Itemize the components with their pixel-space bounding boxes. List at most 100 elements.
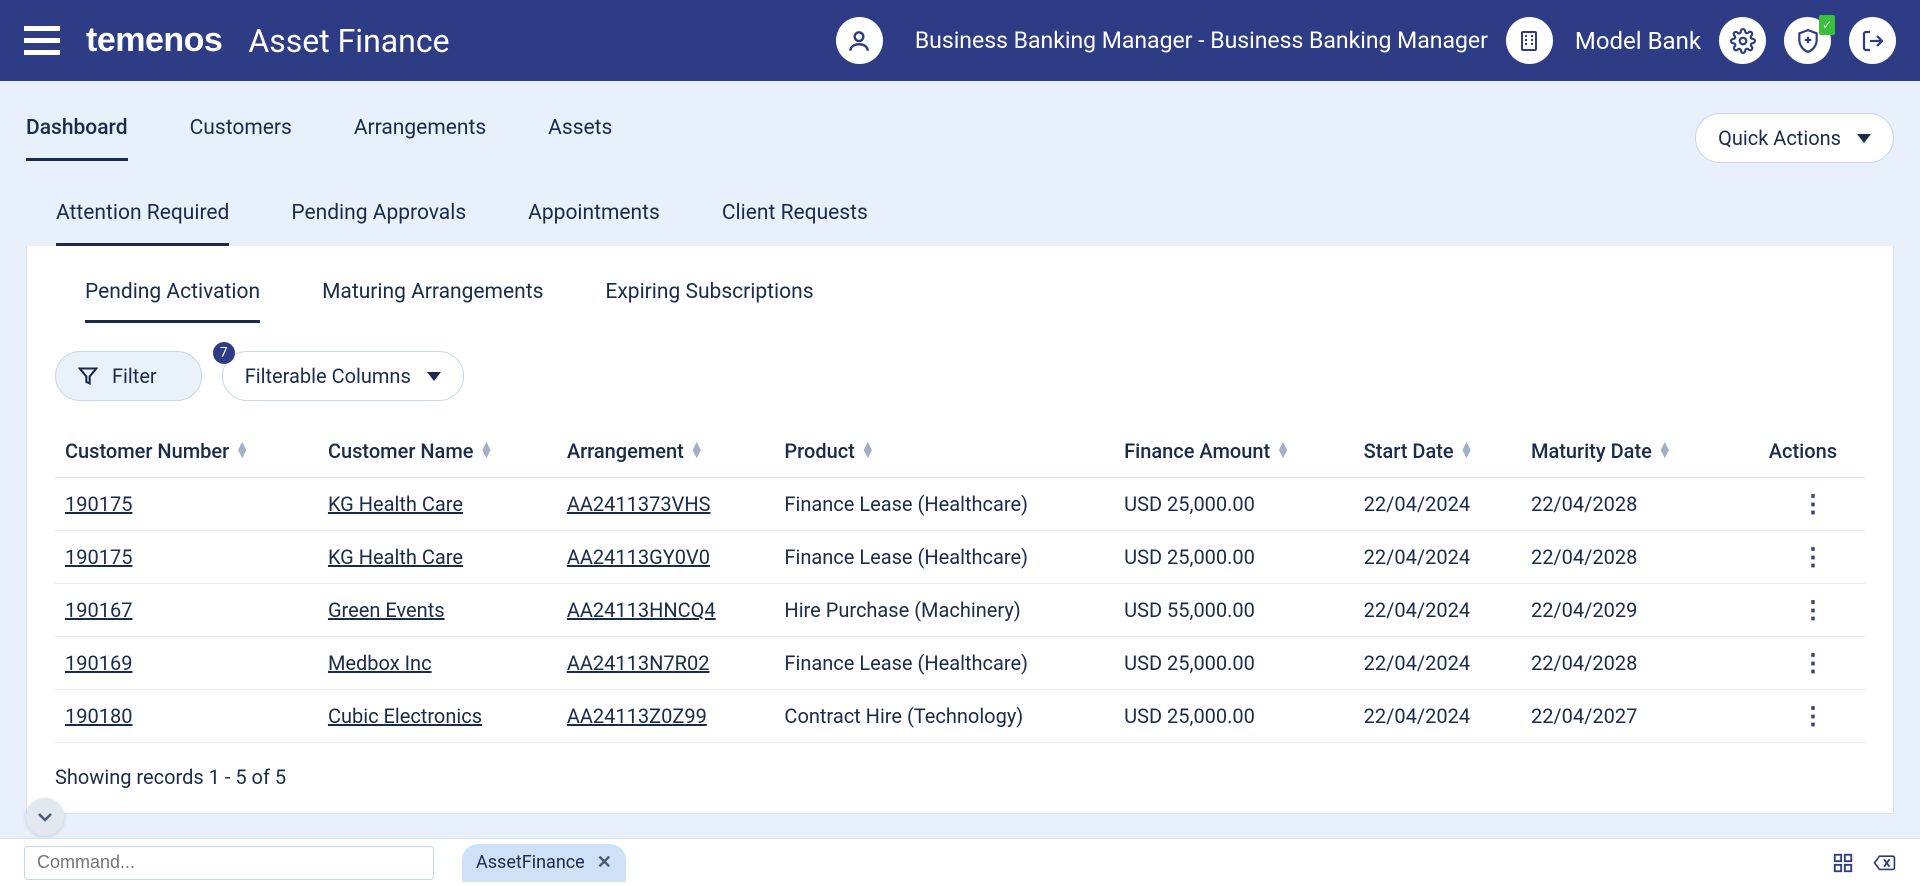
building-icon[interactable] [1506,17,1553,64]
cell-arrangement: AA24113HNCQ4 [557,584,775,637]
settings-gear-icon[interactable] [1719,17,1766,64]
column-header[interactable]: Maturity Date▲▼ [1521,425,1728,478]
chevron-down-icon [427,372,441,381]
column-header[interactable]: Customer Number▲▼ [55,425,318,478]
sort-icon[interactable]: ▲▼ [1658,442,1672,459]
cell-maturity-date: 22/04/2028 [1521,478,1728,531]
cell-arrangement: AA24113N7R02 [557,637,775,690]
table-row: 190175 KG Health Care AA2411373VHS Finance … [55,478,1865,531]
app-header: temenos Asset Finance Business Banking M… [0,0,1920,81]
hamburger-menu-icon[interactable] [24,26,60,56]
nav-tab-arrangements[interactable]: Arrangements [354,116,486,161]
footer-tab-label: AssetFinance [476,852,585,873]
filter-button[interactable]: Filter [55,351,202,401]
shield-icon[interactable] [1784,17,1831,64]
sort-icon[interactable]: ▲▼ [479,442,493,459]
sort-icon[interactable]: ▲▼ [861,442,875,459]
footer-tab-assetfinance[interactable]: AssetFinance ✕ [462,844,626,882]
cell-finance-amount: USD 25,000.00 [1114,637,1354,690]
nav-tab-dashboard[interactable]: Dashboard [26,116,128,161]
customer-number-link[interactable]: 190169 [65,651,132,675]
column-header[interactable]: Actions [1728,425,1865,478]
panel-tab-maturing-arrangements[interactable]: Maturing Arrangements [322,280,543,323]
filterable-columns-dropdown[interactable]: 7 Filterable Columns [222,351,464,401]
nav-tab-assets[interactable]: Assets [548,116,612,161]
panel-tab-pending-activation[interactable]: Pending Activation [85,280,260,323]
arrangement-link[interactable]: AA2411373VHS [567,492,711,516]
user-role-text: Business Banking Manager - Business Bank… [915,27,1488,54]
cell-finance-amount: USD 25,000.00 [1114,531,1354,584]
column-header[interactable]: Start Date▲▼ [1354,425,1521,478]
customer-name-link[interactable]: KG Health Care [328,545,463,569]
column-header[interactable]: Customer Name▲▼ [318,425,557,478]
bank-name: Model Bank [1575,27,1701,55]
filter-icon [78,366,98,386]
table-row: 190175 KG Health Care AA24113GY0V0 Finance … [55,531,1865,584]
user-icon[interactable] [836,17,883,64]
column-header[interactable]: Finance Amount▲▼ [1114,425,1354,478]
cell-product: Finance Lease (Healthcare) [774,637,1114,690]
brand-logo: temenos [86,21,222,60]
column-header[interactable]: Arrangement▲▼ [557,425,775,478]
cell-maturity-date: 22/04/2028 [1521,637,1728,690]
cell-customer-number: 190169 [55,637,318,690]
cell-start-date: 22/04/2024 [1354,637,1521,690]
cell-start-date: 22/04/2024 [1354,584,1521,637]
grid-icon[interactable] [1832,852,1854,874]
cell-arrangement: AA2411373VHS [557,478,775,531]
row-actions-icon[interactable]: ⋮ [1801,490,1825,518]
row-actions-icon[interactable]: ⋮ [1801,649,1825,677]
customer-name-link[interactable]: KG Health Care [328,492,463,516]
cell-product: Finance Lease (Healthcare) [774,478,1114,531]
quick-actions-dropdown[interactable]: Quick Actions [1695,113,1894,163]
panel-tab-expiring-subscriptions[interactable]: Expiring Subscriptions [605,280,813,323]
arrangement-link[interactable]: AA24113Z0Z99 [567,704,707,728]
sort-icon[interactable]: ▲▼ [1276,442,1290,459]
footer-bar: AssetFinance ✕ [0,838,1920,886]
sub-tab-attention-required[interactable]: Attention Required [56,201,229,246]
sort-icon[interactable]: ▲▼ [1460,442,1474,459]
arrangement-link[interactable]: AA24113GY0V0 [567,545,710,569]
command-input[interactable] [24,846,434,880]
actions-cell: ⋮ [1728,584,1865,637]
clear-icon[interactable] [1872,852,1896,874]
sub-tab-appointments[interactable]: Appointments [528,201,660,246]
actions-cell: ⋮ [1728,637,1865,690]
sort-icon[interactable]: ▲▼ [690,442,704,459]
customer-number-link[interactable]: 190175 [65,545,132,569]
cell-start-date: 22/04/2024 [1354,531,1521,584]
row-actions-icon[interactable]: ⋮ [1801,596,1825,624]
cell-customer-name: Green Events [318,584,557,637]
row-actions-icon[interactable]: ⋮ [1801,543,1825,571]
arrangement-link[interactable]: AA24113HNCQ4 [567,598,716,622]
customer-name-link[interactable]: Medbox Inc [328,651,432,675]
table-row: 190167Green EventsAA24113HNCQ4Hire Purch… [55,584,1865,637]
sub-tab-pending-approvals[interactable]: Pending Approvals [291,201,466,246]
customer-name-link[interactable]: Green Events [328,598,445,622]
cell-finance-amount: USD 25,000.00 [1114,478,1354,531]
customer-number-link[interactable]: 190175 [65,492,132,516]
cell-maturity-date: 22/04/2029 [1521,584,1728,637]
close-icon[interactable]: ✕ [597,852,612,873]
cell-product: Finance Lease (Healthcare) [774,531,1114,584]
logout-icon[interactable] [1849,17,1896,64]
sub-tab-client-requests[interactable]: Client Requests [722,201,868,246]
customer-number-link[interactable]: 190167 [65,598,132,622]
expand-chevron-icon[interactable] [26,798,64,836]
column-header[interactable]: Product▲▼ [774,425,1114,478]
cell-maturity-date: 22/04/2028 [1521,531,1728,584]
cell-finance-amount: USD 25,000.00 [1114,690,1354,743]
arrangement-link[interactable]: AA24113N7R02 [567,651,710,675]
row-actions-icon[interactable]: ⋮ [1801,702,1825,730]
sort-icon[interactable]: ▲▼ [235,442,249,459]
data-table: Customer Number▲▼Customer Name▲▼Arrangem… [55,425,1865,743]
actions-cell: ⋮ [1728,690,1865,743]
content-panel: Pending Activation Maturing Arrangements E… [26,246,1894,814]
customer-number-link[interactable]: 190180 [65,704,132,728]
customer-name-link[interactable]: Cubic Electronics [328,704,482,728]
actions-cell: ⋮ [1728,531,1865,584]
cell-customer-number: 190180 [55,690,318,743]
nav-tab-customers[interactable]: Customers [190,116,292,161]
table-row: 190180Cubic ElectronicsAA24113Z0Z99Contr… [55,690,1865,743]
cell-customer-number: 190175 [55,478,318,531]
